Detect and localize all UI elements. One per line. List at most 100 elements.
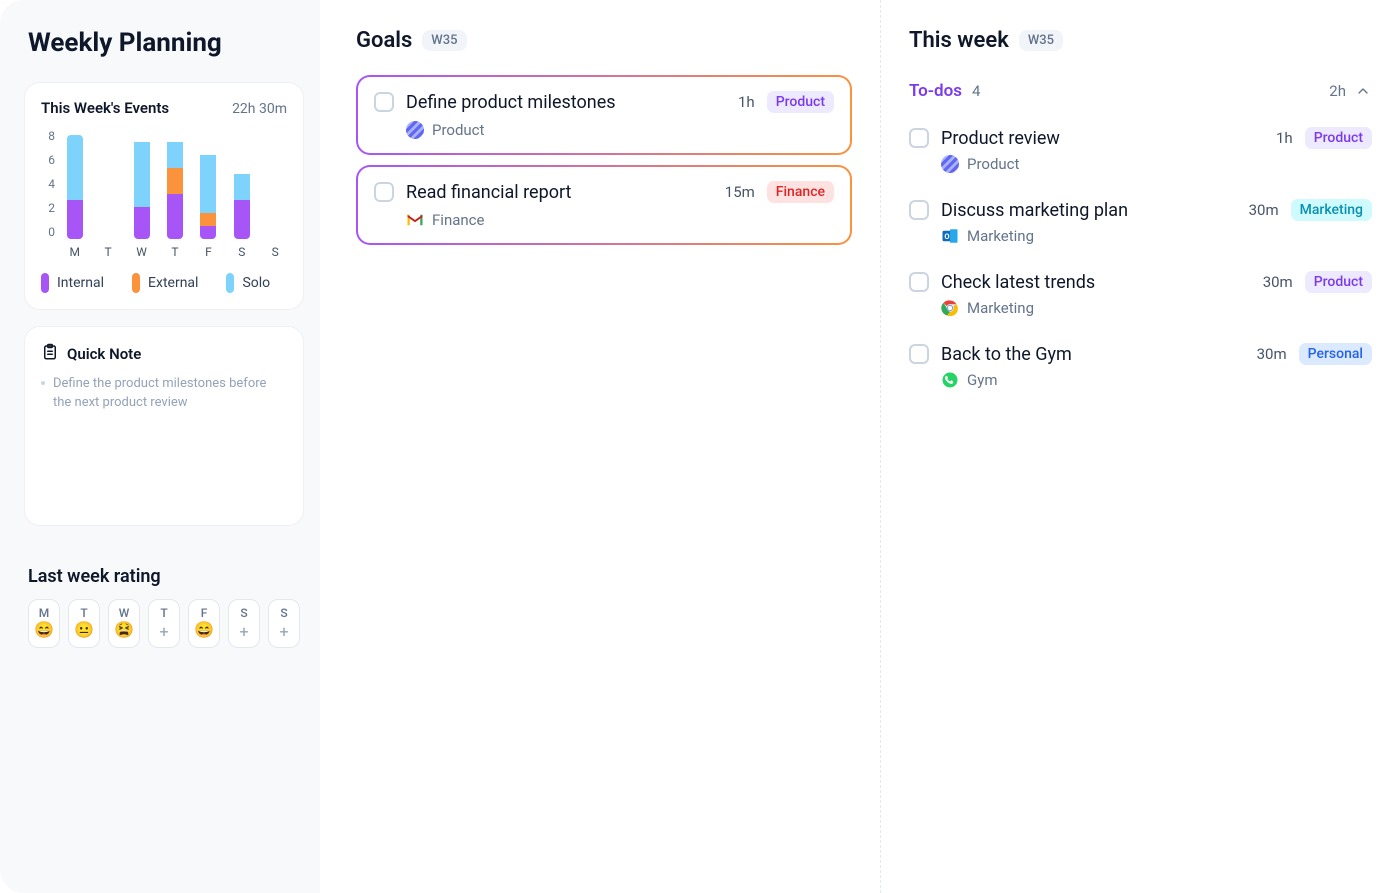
gmail-icon [406, 211, 424, 229]
todo-source-label: Product [967, 155, 1019, 173]
goals-week-badge: W35 [422, 30, 466, 51]
goals-list: Define product milestones1hProductProduc… [356, 75, 852, 245]
chart-bar: W [130, 135, 153, 259]
stripe-icon [941, 155, 959, 173]
events-title: This Week's Events [41, 99, 169, 117]
rating-cell[interactable]: M😄 [28, 599, 60, 648]
goal-tag[interactable]: Product [767, 91, 834, 113]
goal-title: Read financial report [406, 182, 713, 203]
todo-tag[interactable]: Personal [1299, 343, 1372, 365]
todo-duration: 1h [1276, 129, 1293, 147]
goal-tag[interactable]: Finance [767, 181, 834, 203]
rating-day-label: S [280, 606, 287, 620]
todo-tag[interactable]: Product [1305, 127, 1372, 149]
goal-checkbox[interactable] [374, 92, 394, 112]
todo-checkbox[interactable] [909, 128, 929, 148]
chart-bar-segment [167, 194, 183, 240]
outlook-icon: O [941, 227, 959, 245]
rating-cell[interactable]: W😫 [108, 599, 140, 648]
chart-bar: T [163, 135, 186, 259]
this-week-column: This week W35 To-dos 4 2h Product review… [880, 0, 1400, 893]
todo-source-label: Marketing [967, 227, 1034, 245]
rating-emoji: 😄 [194, 622, 214, 638]
rating-emoji: 😐 [74, 622, 94, 638]
rating-cell[interactable]: S+ [228, 599, 260, 648]
chart-bar-segment [234, 174, 250, 200]
legend-label: External [148, 275, 198, 291]
todo-source: Marketing [941, 299, 1372, 317]
this-week-badge: W35 [1019, 30, 1063, 51]
chart-bar-segment [167, 168, 183, 194]
todo-checkbox[interactable] [909, 272, 929, 292]
rating-cell[interactable]: T😐 [68, 599, 100, 648]
rating-cell[interactable]: S+ [268, 599, 300, 648]
todo-title: Back to the Gym [941, 344, 1245, 365]
events-total: 22h 30m [232, 101, 287, 117]
todo-item[interactable]: Discuss marketing plan30mMarketingOMarke… [909, 191, 1372, 263]
rating-day-label: W [119, 606, 130, 620]
chart-y-tick: 2 [48, 201, 55, 215]
chart-bar: S [230, 135, 253, 259]
todos-list: Product review1hProductProductDiscuss ma… [909, 119, 1372, 407]
todo-checkbox[interactable] [909, 200, 929, 220]
chart-y-tick: 0 [48, 225, 55, 239]
clipboard-icon [41, 343, 59, 365]
todo-item[interactable]: Back to the Gym30mPersonalGym [909, 335, 1372, 407]
quick-note-item[interactable]: Define the product milestones before the… [41, 375, 287, 413]
chrome-icon [941, 299, 959, 317]
chart-day-label: F [205, 245, 212, 259]
goal-source: Product [406, 121, 834, 139]
todo-checkbox[interactable] [909, 344, 929, 364]
quick-note-items[interactable]: Define the product milestones before the… [41, 375, 287, 413]
quick-note-title: Quick Note [67, 345, 141, 363]
todo-tag[interactable]: Marketing [1291, 199, 1372, 221]
todo-item[interactable]: Check latest trends30mProductMarketing [909, 263, 1372, 335]
todo-duration: 30m [1263, 273, 1293, 291]
goal-checkbox[interactable] [374, 182, 394, 202]
rating-cell[interactable]: F😄 [188, 599, 220, 648]
chart-bar-segment [200, 213, 216, 226]
events-chart: 86420 MTWTFSS [41, 129, 287, 259]
todo-title: Discuss marketing plan [941, 200, 1237, 221]
todos-total: 2h [1329, 82, 1346, 100]
legend-item: Solo [226, 273, 270, 293]
todo-duration: 30m [1257, 345, 1287, 363]
rating-cell[interactable]: T+ [148, 599, 180, 648]
chart-bars: MTWTFSS [63, 129, 287, 259]
rating-emoji: 😄 [34, 622, 54, 638]
this-week-title: This week [909, 28, 1009, 53]
todo-source-label: Marketing [967, 299, 1034, 317]
rating-day-label: T [160, 606, 167, 620]
legend-swatch [41, 273, 49, 293]
svg-text:O: O [944, 232, 949, 241]
rating-row: M😄T😐W😫T+F😄S+S+ [24, 599, 304, 648]
chart-bar-segment [200, 155, 216, 214]
chevron-up-icon[interactable] [1354, 82, 1372, 100]
chart-bar-segment [134, 207, 150, 240]
todos-title: To-dos [909, 81, 962, 101]
chart-bar: M [63, 135, 86, 259]
todo-item[interactable]: Product review1hProductProduct [909, 119, 1372, 191]
todo-tag[interactable]: Product [1305, 271, 1372, 293]
page-title: Weekly Planning [28, 28, 300, 58]
goals-title: Goals [356, 28, 412, 53]
plus-icon: + [159, 622, 168, 641]
chart-y-tick: 6 [48, 153, 55, 167]
rating-day-label: F [201, 606, 208, 620]
sidebar: Weekly Planning This Week's Events 22h 3… [0, 0, 320, 893]
goals-column: Goals W35 Define product milestones1hPro… [320, 0, 880, 893]
app-root: Weekly Planning This Week's Events 22h 3… [0, 0, 1400, 893]
chart-legend: InternalExternalSolo [41, 273, 287, 293]
plus-icon: + [239, 622, 248, 641]
goal-card[interactable]: Define product milestones1hProductProduc… [356, 75, 852, 155]
chart-day-label: T [171, 245, 178, 259]
todos-header[interactable]: To-dos 4 2h [909, 81, 1372, 101]
goal-source-label: Finance [432, 211, 484, 229]
chart-day-label: W [136, 245, 147, 259]
chart-bar-segment [134, 142, 150, 207]
goal-title: Define product milestones [406, 92, 726, 113]
todo-source: O Marketing [941, 227, 1372, 245]
goal-card[interactable]: Read financial report15mFinanceFinance [356, 165, 852, 245]
chart-day-label: T [105, 245, 112, 259]
legend-label: Solo [242, 275, 270, 291]
